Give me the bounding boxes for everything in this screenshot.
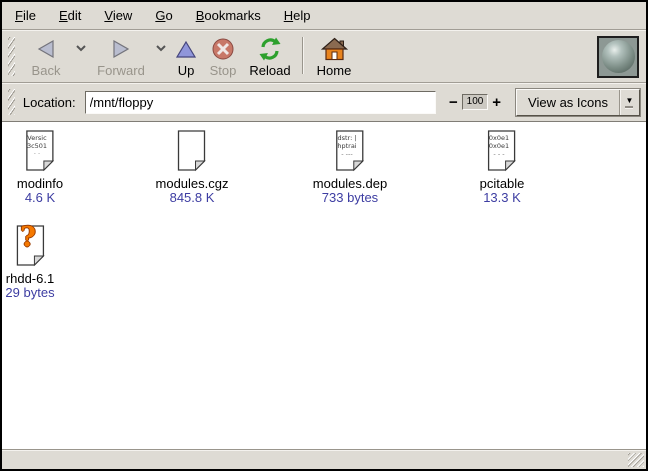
throbber-sphere-icon xyxy=(602,40,635,73)
reload-icon xyxy=(258,35,282,63)
view-mode-dropdown[interactable]: View as Icons ▼ xyxy=(516,89,640,116)
text-file-icon: Versic 3c501 · · xyxy=(23,130,57,172)
back-button[interactable]: Back xyxy=(20,33,72,80)
up-label: Up xyxy=(178,63,195,78)
file-name: rhdd-6.1 xyxy=(6,272,54,286)
home-label: Home xyxy=(317,63,352,78)
back-history-dropdown-icon[interactable] xyxy=(72,33,90,64)
file-name: modules.dep xyxy=(313,177,387,191)
stop-button[interactable]: Stop xyxy=(202,33,244,80)
file-name: modules.cgz xyxy=(156,177,229,191)
file-size: 733 bytes xyxy=(322,191,378,205)
resize-grip[interactable] xyxy=(628,453,644,467)
back-icon xyxy=(36,35,56,63)
stop-icon xyxy=(211,35,235,63)
forward-history-dropdown-icon[interactable] xyxy=(152,33,170,64)
text-file-icon: dstr: | hptrai - --- xyxy=(333,130,367,172)
file-name: pcitable xyxy=(480,177,525,191)
view-mode-label: View as Icons xyxy=(517,90,619,115)
home-button[interactable]: Home xyxy=(310,33,358,80)
view-mode-arrow[interactable]: ▼ xyxy=(619,90,639,115)
toolbar: Back Forward Up xyxy=(2,30,646,83)
reload-label: Reload xyxy=(249,63,290,78)
menubar: File Edit View Go Bookmarks Help xyxy=(2,2,646,30)
home-icon xyxy=(321,35,348,63)
file-modinfo[interactable]: Versic 3c501 · · modinfo 4.6 K xyxy=(17,130,63,205)
menu-edit[interactable]: Edit xyxy=(52,5,88,26)
up-icon xyxy=(176,35,196,63)
forward-label: Forward xyxy=(97,63,145,78)
file-modules-cgz[interactable]: modules.cgz 845.8 K xyxy=(156,130,229,205)
file-size: 845.8 K xyxy=(170,191,215,205)
icon-view: Versic 3c501 · · modinfo 4.6 K modules.c… xyxy=(2,122,646,449)
back-label: Back xyxy=(32,63,61,78)
file-size: 29 bytes xyxy=(5,286,54,300)
zoom-in-button[interactable]: + xyxy=(488,91,505,114)
location-bar: Location: − 100 + View as Icons ▼ xyxy=(2,83,646,122)
question-mark-icon: ? xyxy=(13,222,43,253)
toolbar-grip[interactable] xyxy=(8,37,15,76)
forward-icon xyxy=(111,35,131,63)
chevron-down-icon: ▼ xyxy=(626,97,634,104)
status-bar xyxy=(2,449,646,469)
unknown-file-icon: ? xyxy=(13,225,47,267)
toolbar-separator xyxy=(302,37,303,74)
menu-go[interactable]: Go xyxy=(148,5,179,26)
file-rhdd-6-1[interactable]: ? rhdd-6.1 29 bytes xyxy=(5,225,54,300)
location-bar-grip[interactable] xyxy=(8,89,15,115)
menu-help[interactable]: Help xyxy=(277,5,318,26)
document-icon xyxy=(175,130,209,172)
file-modules-dep[interactable]: dstr: | hptrai - --- modules.dep 733 byt… xyxy=(313,130,387,205)
dropdown-dash-icon xyxy=(625,106,633,108)
forward-button[interactable]: Forward xyxy=(90,33,152,80)
location-label: Location: xyxy=(23,95,76,110)
throbber xyxy=(597,36,639,78)
zoom-level-indicator: 100 xyxy=(462,94,489,110)
menu-view[interactable]: View xyxy=(97,5,139,26)
file-name: modinfo xyxy=(17,177,63,191)
text-file-icon: 0x0e1 0x0e1 - - - xyxy=(485,130,519,172)
location-input[interactable] xyxy=(85,91,436,114)
menu-file[interactable]: File xyxy=(8,5,43,26)
file-manager-window: File Edit View Go Bookmarks Help Back Fo… xyxy=(0,0,648,471)
reload-button[interactable]: Reload xyxy=(244,33,296,80)
zoom-out-button[interactable]: − xyxy=(445,91,462,114)
file-size: 13.3 K xyxy=(483,191,521,205)
up-button[interactable]: Up xyxy=(170,33,202,80)
menu-bookmarks[interactable]: Bookmarks xyxy=(189,5,268,26)
stop-label: Stop xyxy=(210,63,237,78)
file-pcitable[interactable]: 0x0e1 0x0e1 - - - pcitable 13.3 K xyxy=(480,130,525,205)
file-size: 4.6 K xyxy=(25,191,55,205)
